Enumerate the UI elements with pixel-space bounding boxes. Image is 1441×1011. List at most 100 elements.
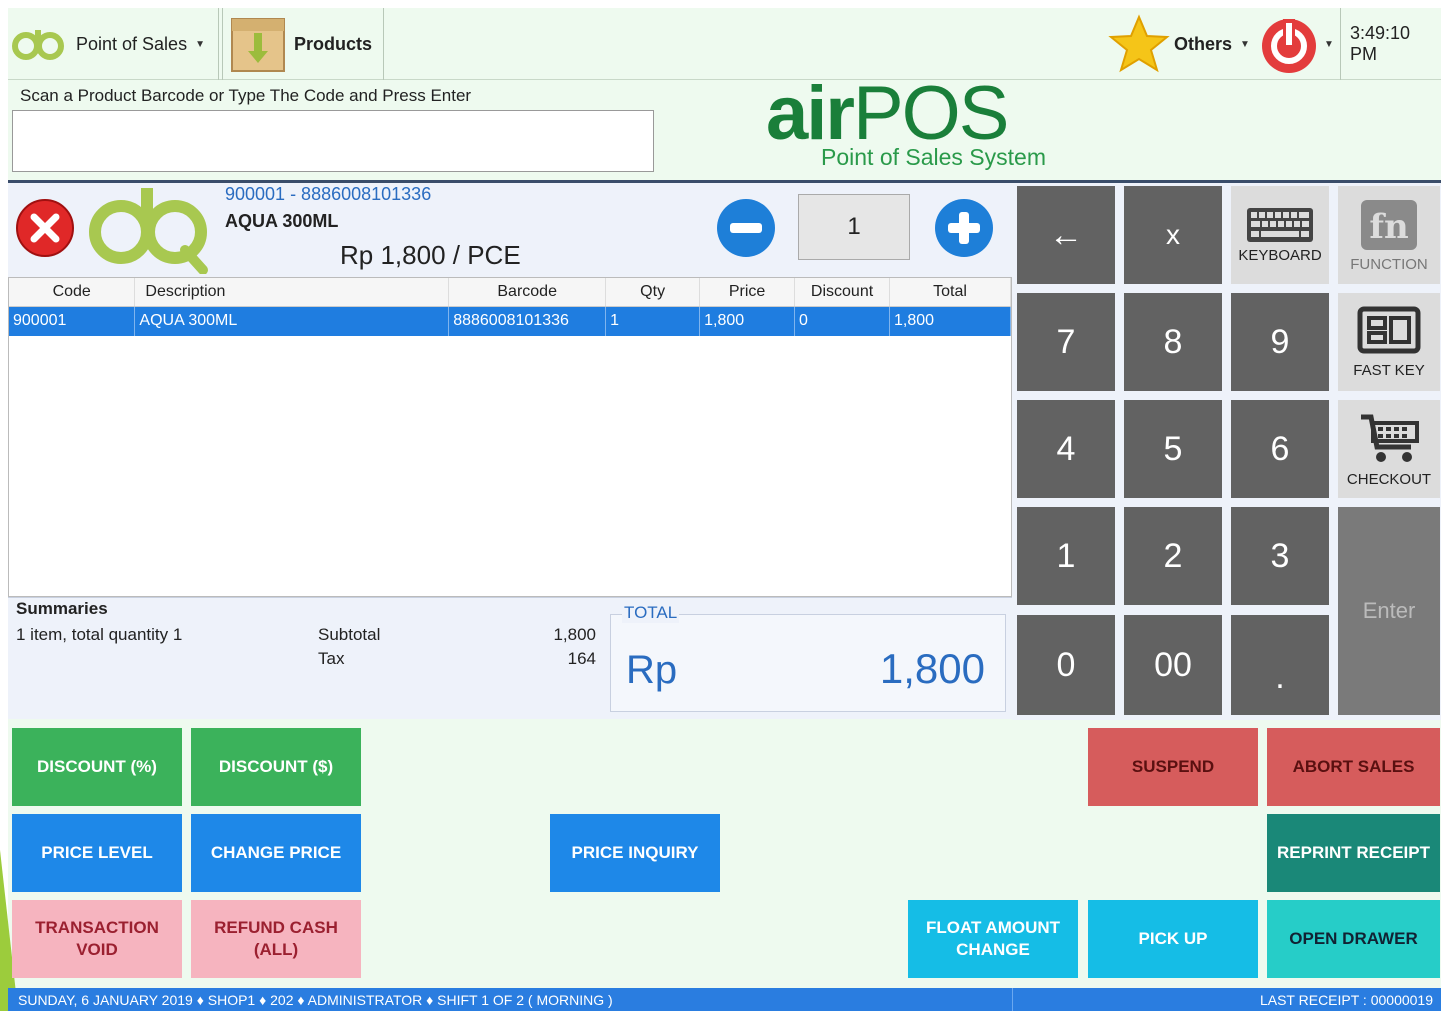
menu-products[interactable]: Products (230, 8, 372, 80)
status-info: SUNDAY, 6 JANUARY 2019 ♦ SHOP1 ♦ 202 ♦ A… (18, 992, 613, 1008)
key-3[interactable]: 3 (1231, 507, 1329, 605)
menu-divider (218, 8, 219, 80)
key-2[interactable]: 2 (1124, 507, 1222, 605)
key-5[interactable]: 5 (1124, 400, 1222, 498)
function-icon: fn (1361, 199, 1417, 250)
power-icon (1262, 19, 1316, 73)
refund-cash-button[interactable]: REFUND CASH (ALL) (191, 900, 361, 978)
open-drawer-button[interactable]: OPEN DRAWER (1267, 900, 1440, 978)
airpos-logo: airPOS Point of Sales System (766, 76, 1066, 174)
close-icon[interactable] (15, 198, 75, 258)
box-icon (231, 18, 285, 72)
col-header-qty[interactable]: Qty (605, 278, 701, 307)
menu-others-label: Others (1174, 33, 1233, 54)
power-menu[interactable]: ▼ (1258, 8, 1334, 80)
subtotal-value: 1,800 (553, 625, 596, 644)
cell-code: 900001 (9, 306, 136, 336)
col-header-code[interactable]: Code (9, 278, 136, 307)
status-divider (1012, 988, 1013, 1011)
star-icon (1108, 14, 1170, 73)
col-header-total[interactable]: Total (889, 278, 1011, 307)
status-bar: SUNDAY, 6 JANUARY 2019 ♦ SHOP1 ♦ 202 ♦ A… (8, 988, 1441, 1011)
function-label: FUNCTION (1350, 255, 1428, 273)
summary-items-text: 1 item, total quantity 1 (16, 625, 183, 644)
key-00[interactable]: 00 (1124, 615, 1222, 715)
enter-key[interactable]: Enter (1338, 507, 1440, 715)
total-currency: Rp (626, 648, 678, 692)
quantity-field[interactable]: 1 (798, 194, 910, 260)
key-6[interactable]: 6 (1231, 400, 1329, 498)
menu-divider (222, 8, 223, 80)
items-table: Code Description Barcode Qty Price Disco… (8, 277, 1012, 597)
key-9[interactable]: 9 (1231, 293, 1329, 391)
price-level-button[interactable]: PRICE LEVEL (12, 814, 182, 892)
checkout-button[interactable]: CHECKOUT (1338, 400, 1440, 498)
product-code-barcode: 900001 - 8886008101336 (225, 184, 432, 204)
col-header-description[interactable]: Description (134, 278, 450, 307)
menu-others[interactable]: Others ▼ (1108, 8, 1250, 80)
cell-description: AQUA 300ML (134, 306, 450, 336)
function-button[interactable]: fn FUNCTION (1338, 186, 1440, 284)
key-1[interactable]: 1 (1017, 507, 1115, 605)
discount-percent-button[interactable]: DISCOUNT (%) (12, 728, 182, 806)
total-label: TOTAL (622, 603, 680, 623)
float-amount-line2: CHANGE (956, 940, 1030, 959)
cell-barcode: 8886008101336 (448, 306, 607, 336)
scan-label: Scan a Product Barcode or Type The Code … (20, 86, 472, 105)
discount-amount-button[interactable]: DISCOUNT ($) (191, 728, 361, 806)
tax-label: Tax (318, 649, 345, 668)
key-7[interactable]: 7 (1017, 293, 1115, 391)
chevron-down-icon: ▼ (195, 38, 205, 50)
table-header: Code Description Barcode Qty Price Disco… (9, 278, 1011, 307)
key-4[interactable]: 4 (1017, 400, 1115, 498)
last-receipt: LAST RECEIPT : 00000019 (1259, 992, 1433, 1008)
float-amount-line1: FLOAT AMOUNT (925, 918, 1061, 937)
col-header-barcode[interactable]: Barcode (448, 278, 607, 307)
key-8[interactable]: 8 (1124, 293, 1222, 391)
transaction-void-line2: VOID (76, 940, 118, 959)
key-0[interactable]: 0 (1017, 615, 1115, 715)
fast-key-icon (1357, 306, 1421, 353)
clock: 3:49:10 PM (1350, 23, 1411, 64)
keyboard-label: KEYBOARD (1238, 246, 1322, 264)
change-price-button[interactable]: CHANGE PRICE (191, 814, 361, 892)
price-inquiry-button[interactable]: PRICE INQUIRY (550, 814, 720, 892)
refund-cash-line1: REFUND CASH (214, 918, 338, 937)
minus-icon[interactable] (716, 198, 776, 258)
plus-icon[interactable] (934, 198, 994, 258)
product-name: AQUA 300ML (225, 211, 339, 231)
reprint-receipt-button[interactable]: REPRINT RECEIPT (1267, 814, 1440, 892)
total-value: 1,800 (879, 645, 985, 692)
cell-total: 1,800 (889, 306, 1011, 336)
refund-cash-line2: (ALL) (253, 940, 299, 959)
checkout-label: CHECKOUT (1346, 470, 1432, 488)
menu-products-label: Products (294, 33, 373, 54)
col-header-discount[interactable]: Discount (794, 278, 891, 307)
cart-icon (1361, 414, 1419, 462)
product-price: Rp 1,800 / PCE (340, 240, 521, 270)
abort-sales-button[interactable]: ABORT SALES (1267, 728, 1440, 806)
svg-text:fn: fn (1369, 207, 1408, 247)
float-amount-change-button[interactable]: FLOAT AMOUNT CHANGE (908, 900, 1078, 978)
chevron-down-icon: ▼ (1324, 38, 1334, 50)
keyboard-icon (1247, 207, 1313, 242)
transaction-void-button[interactable]: TRANSACTION VOID (12, 900, 182, 978)
barcode-input[interactable] (12, 110, 654, 172)
menu-point-of-sales[interactable]: Point of Sales ▼ (10, 8, 205, 80)
airpos-logo-icon (12, 30, 64, 60)
cell-price: 1,800 (699, 306, 796, 336)
tax-value: 164 (567, 649, 596, 668)
pick-up-button[interactable]: PICK UP (1088, 900, 1258, 978)
key-dot[interactable]: . (1231, 615, 1329, 715)
backspace-key[interactable]: ← (1017, 186, 1115, 284)
col-header-price[interactable]: Price (699, 278, 796, 307)
cell-discount: 0 (794, 306, 891, 336)
fast-key-button[interactable]: FAST KEY (1338, 293, 1440, 391)
chevron-down-icon: ▼ (1240, 38, 1250, 50)
table-row[interactable]: 900001 AQUA 300ML 8886008101336 1 1,800 … (9, 306, 1011, 336)
clear-key[interactable]: x (1124, 186, 1222, 284)
product-image-icon (89, 188, 208, 274)
menu-point-of-sales-label: Point of Sales (76, 33, 188, 54)
suspend-button[interactable]: SUSPEND (1088, 728, 1258, 806)
keyboard-button[interactable]: KEYBOARD (1231, 186, 1329, 284)
